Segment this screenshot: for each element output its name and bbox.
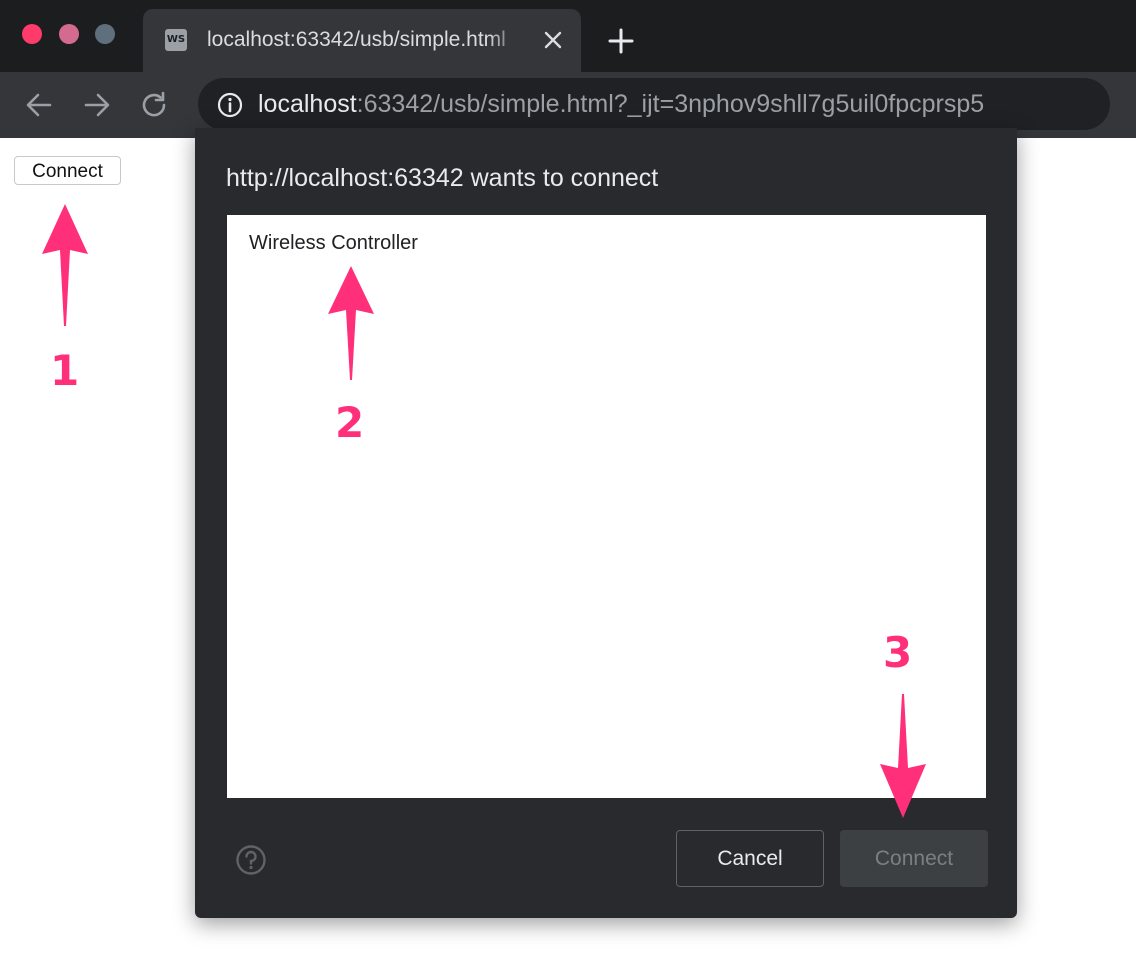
device-list-item[interactable]: Wireless Controller (249, 232, 418, 255)
help-icon[interactable] (235, 844, 267, 876)
page-connect-button[interactable]: Connect (14, 156, 121, 185)
address-host: localhost (258, 90, 357, 118)
window-minimize-button[interactable] (59, 24, 79, 44)
back-arrow-icon[interactable] (24, 91, 54, 119)
annotation-number-2: 2 (335, 398, 365, 447)
address-url[interactable]: localhost:63342/usb/simple.html?_ijt=3np… (258, 88, 984, 120)
dialog-connect-button[interactable]: Connect (840, 830, 988, 887)
info-icon[interactable] (217, 92, 243, 118)
reload-icon[interactable] (140, 91, 170, 119)
close-tab-icon[interactable] (540, 27, 566, 53)
window-close-button[interactable] (22, 24, 42, 44)
new-tab-icon[interactable] (607, 27, 635, 55)
address-path: :63342/usb/simple.html?_ijt=3nphov9shll7… (356, 90, 985, 118)
dialog-title: http://localhost:63342 wants to connect (226, 164, 659, 192)
annotation-arrow-down-3 (880, 694, 926, 818)
tab-favicon-icon: WS (165, 29, 187, 51)
forward-arrow-icon[interactable] (82, 91, 112, 119)
cancel-button[interactable]: Cancel (676, 830, 824, 887)
browser-tab[interactable]: WS localhost:63342/usb/simple.html (143, 9, 581, 72)
window-zoom-button[interactable] (95, 24, 115, 44)
annotation-arrow-up-1 (42, 204, 88, 326)
annotation-number-1: 1 (50, 346, 80, 395)
tab-title: localhost:63342/usb/simple.html (207, 28, 506, 51)
annotation-number-3: 3 (883, 628, 913, 677)
annotation-arrow-up-2 (328, 266, 374, 380)
